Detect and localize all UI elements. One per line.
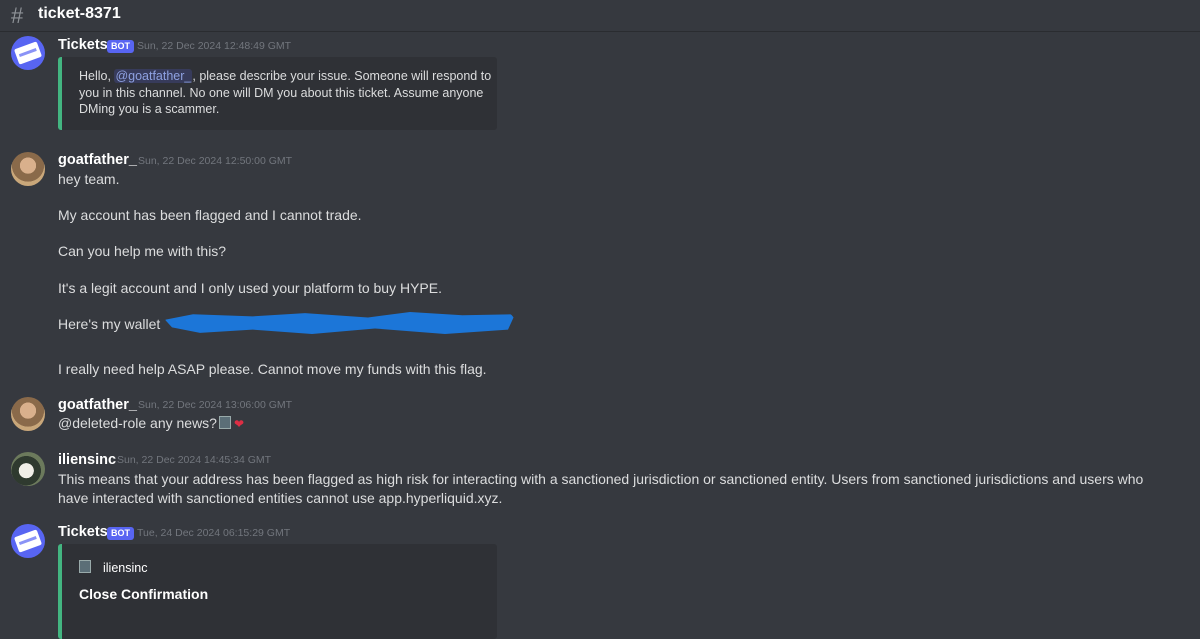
message-text: Can you help me with this? <box>58 243 227 259</box>
message-text: have interacted with sanctioned entities… <box>58 490 503 506</box>
author-name[interactable]: Tickets <box>58 37 108 53</box>
message-text: This means that your address has been fl… <box>58 471 1144 487</box>
bot-badge: BOT <box>107 527 134 540</box>
broken-image-icon <box>219 416 231 429</box>
author-name[interactable]: goatfather_ <box>58 397 137 413</box>
message-text: hey team. <box>58 171 120 187</box>
embed: Hello, @goatfather_, please describe you… <box>58 57 497 130</box>
embed-line: DMing you is a scammer. <box>79 102 220 116</box>
message-text: It's a legit account and I only used you… <box>58 280 442 296</box>
channel-header: # ticket-8371 <box>0 0 1200 32</box>
redaction-scribble <box>165 312 515 334</box>
author-name[interactable]: Tickets <box>58 524 108 540</box>
broken-image-icon <box>79 560 91 573</box>
message-text: @deleted-role any news? <box>58 415 217 431</box>
timestamp: Sun, 22 Dec 2024 12:48:49 GMT <box>137 40 292 52</box>
avatar[interactable] <box>11 524 45 558</box>
avatar[interactable] <box>11 152 45 186</box>
bot-badge: BOT <box>107 40 134 53</box>
author-name[interactable]: goatfather_ <box>58 152 137 168</box>
avatar[interactable] <box>11 36 45 70</box>
hashtag-icon: # <box>11 3 24 28</box>
author-name[interactable]: iliensinc <box>58 452 116 468</box>
ticket-icon <box>13 529 43 553</box>
embed: iliensinc Close Confirmation <box>58 544 497 639</box>
timestamp: Tue, 24 Dec 2024 06:15:29 GMT <box>137 527 291 539</box>
embed-title: Close Confirmation <box>79 586 209 602</box>
channel-name: ticket-8371 <box>38 5 121 22</box>
user-mention[interactable]: @goatfather_ <box>114 69 193 83</box>
avatar[interactable] <box>11 452 45 486</box>
ticket-icon <box>13 41 43 65</box>
embed-author: iliensinc <box>103 561 148 575</box>
message-text: I really need help ASAP please. Cannot m… <box>58 361 487 377</box>
embed-line: you in this channel. No one will DM you … <box>79 86 484 100</box>
avatar[interactable] <box>11 397 45 431</box>
embed-line: Hello, @goatfather_, please describe you… <box>79 69 492 83</box>
message-text: Here's my wallet <box>58 316 161 332</box>
timestamp: Sun, 22 Dec 2024 12:50:00 GMT <box>138 155 293 167</box>
message-text: My account has been flagged and I cannot… <box>58 207 362 223</box>
heart-emoji: ❤ <box>234 417 245 431</box>
timestamp: Sun, 22 Dec 2024 14:45:34 GMT <box>117 454 272 466</box>
timestamp: Sun, 22 Dec 2024 13:06:00 GMT <box>138 399 293 411</box>
